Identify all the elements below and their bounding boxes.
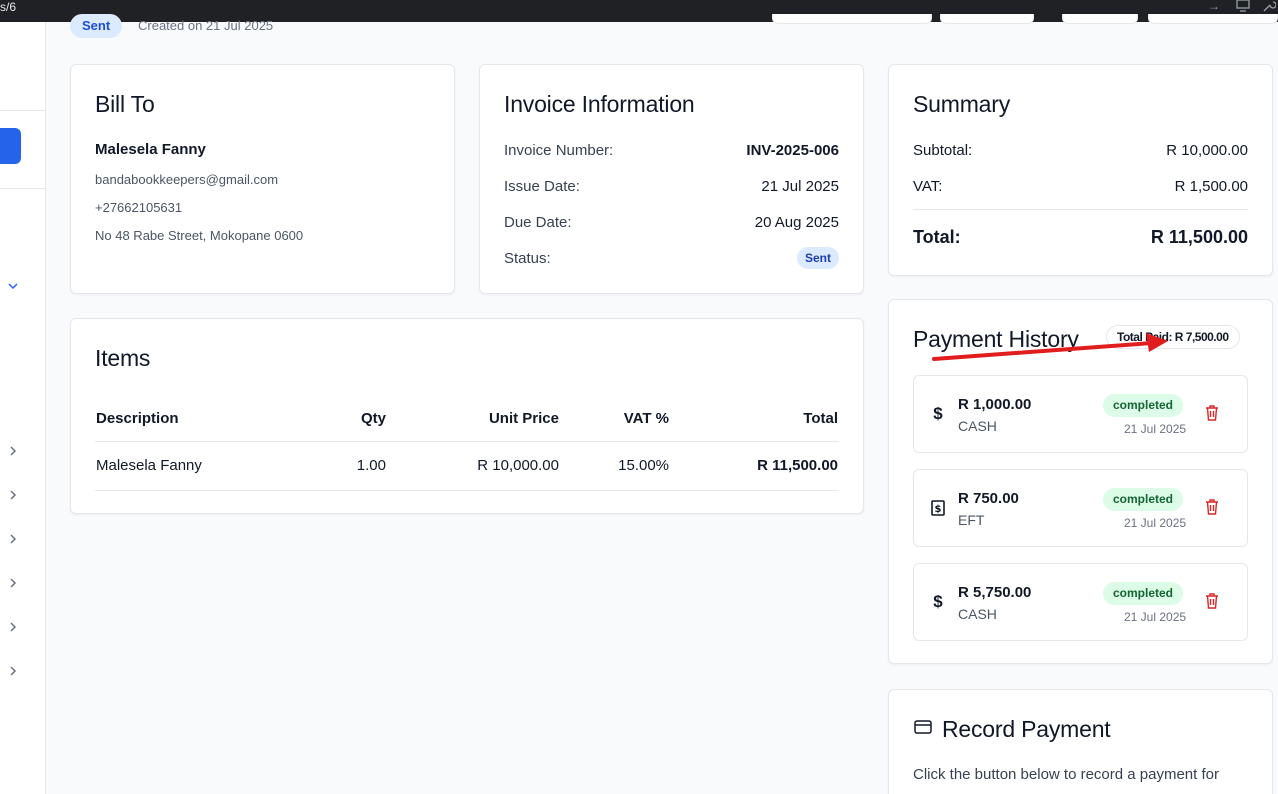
chevron-right-icon[interactable] xyxy=(6,444,20,458)
payment-amount: R 750.00 xyxy=(958,490,1019,507)
divider xyxy=(913,209,1248,210)
column-header-description: Description xyxy=(95,397,329,442)
customer-email: bandabookkeepers@gmail.com xyxy=(95,172,279,187)
desktop-icon[interactable] xyxy=(1236,0,1250,12)
chevron-right-icon[interactable] xyxy=(6,664,20,678)
item-unit-price: R 10,000.00 xyxy=(387,441,560,491)
payment-amount: R 1,000.00 xyxy=(958,396,1032,413)
card-title: Record Payment xyxy=(942,716,1111,742)
issue-date-value: 21 Jul 2025 xyxy=(761,178,839,195)
column-header-qty: Qty xyxy=(329,397,387,442)
chevron-down-icon[interactable] xyxy=(6,279,20,293)
column-header-total: Total xyxy=(670,397,839,442)
svg-text:$: $ xyxy=(935,504,942,515)
table-header-row: Description Qty Unit Price VAT % Total xyxy=(95,397,839,442)
subtotal-label: Subtotal: xyxy=(913,142,973,159)
vat-value: R 1,500.00 xyxy=(1174,178,1248,195)
item-qty: 1.00 xyxy=(329,441,387,491)
items-table: Description Qty Unit Price VAT % Total M… xyxy=(95,397,839,491)
payment-amount: R 5,750.00 xyxy=(958,584,1032,601)
invoice-information-card: Invoice Information Invoice Number: INV-… xyxy=(479,64,864,294)
item-vat: 15.00% xyxy=(560,441,670,491)
column-header-vat: VAT % xyxy=(560,397,670,442)
header-action-button[interactable] xyxy=(940,14,1034,24)
chevron-right-icon[interactable] xyxy=(6,488,20,502)
customer-phone: +27662105631 xyxy=(95,200,183,215)
card-title: Invoice Information xyxy=(504,91,695,117)
status-badge: Sent xyxy=(796,247,839,269)
customer-name: Malesela Fanny xyxy=(95,141,206,158)
dollar-icon: $ xyxy=(933,592,943,611)
item-description: Malesela Fanny xyxy=(95,441,329,491)
address-bar-url[interactable]: s/6 xyxy=(0,0,16,14)
card-title: Items xyxy=(95,345,151,371)
sidebar-divider xyxy=(0,188,45,189)
card-title: Summary xyxy=(913,91,1011,117)
due-date-value: 20 Aug 2025 xyxy=(754,214,839,231)
credit-card-icon xyxy=(914,720,932,734)
record-payment-card: Record Payment Click the button below to… xyxy=(888,689,1273,794)
card-title: Bill To xyxy=(95,91,155,117)
payment-method: CASH xyxy=(958,606,997,622)
summary-card: Summary Subtotal: R 10,000.00 VAT: R 1,5… xyxy=(888,64,1273,276)
header-action-button[interactable] xyxy=(1062,14,1138,24)
payment-status-badge: completed xyxy=(1103,488,1184,511)
payment-date: 21 Jul 2025 xyxy=(1124,422,1187,436)
payment-status-badge: completed xyxy=(1103,394,1184,417)
vat-label: VAT: xyxy=(913,178,943,195)
customer-address: No 48 Rabe Street, Mokopane 0600 xyxy=(95,228,304,243)
bill-to-card: Bill To Malesela Fanny bandabookkeepers@… xyxy=(70,64,455,294)
sidebar-item-active[interactable] xyxy=(0,128,21,164)
payment-status-badge: completed xyxy=(1103,582,1184,605)
payment-date: 21 Jul 2025 xyxy=(1124,610,1187,624)
item-total: R 11,500.00 xyxy=(670,441,839,491)
subtotal-value: R 10,000.00 xyxy=(1166,142,1248,159)
items-card: Items Description Qty Unit Price VAT % T… xyxy=(70,318,864,514)
chevron-right-icon[interactable] xyxy=(6,620,20,634)
trash-icon[interactable] xyxy=(1204,592,1220,610)
wrench-icon[interactable] xyxy=(1262,0,1276,12)
payment-date: 21 Jul 2025 xyxy=(1124,516,1187,530)
payment-method: EFT xyxy=(958,512,985,528)
table-row: Malesela Fanny 1.00 R 10,000.00 15.00% R… xyxy=(95,441,839,491)
payment-item: $ R 1,000.00 CASH completed 21 Jul 2025 xyxy=(913,375,1248,453)
chevron-right-icon[interactable] xyxy=(6,576,20,590)
sidebar xyxy=(0,22,46,794)
invoice-number-label: Invoice Number: xyxy=(504,142,614,159)
payment-item: $ R 750.00 EFT completed 21 Jul 2025 xyxy=(913,469,1248,547)
total-label: Total: xyxy=(913,227,961,247)
invoice-number-value: INV-2025-006 xyxy=(746,142,839,159)
due-date-label: Due Date: xyxy=(504,214,572,231)
dollar-icon: $ xyxy=(933,404,943,423)
header-action-button[interactable] xyxy=(772,14,932,24)
created-date: Created on 21 Jul 2025 xyxy=(138,18,274,33)
sidebar-divider xyxy=(0,110,45,111)
header-action-button[interactable] xyxy=(1148,14,1278,24)
forward-arrow-icon[interactable]: → xyxy=(1208,0,1220,12)
total-value: R 11,500.00 xyxy=(1150,227,1248,247)
trash-icon[interactable] xyxy=(1204,498,1220,516)
chevron-right-icon[interactable] xyxy=(6,532,20,546)
payment-method: CASH xyxy=(958,418,997,434)
banknote-icon: $ xyxy=(931,500,945,516)
annotation-arrow-icon xyxy=(932,333,1168,361)
issue-date-label: Issue Date: xyxy=(504,178,580,195)
column-header-unit-price: Unit Price xyxy=(387,397,560,442)
status-label: Status: xyxy=(504,250,551,267)
trash-icon[interactable] xyxy=(1204,404,1220,422)
record-payment-description: Click the button below to record a payme… xyxy=(913,766,1219,783)
status-badge: Sent xyxy=(70,14,123,38)
payment-item: $ R 5,750.00 CASH completed 21 Jul 2025 xyxy=(913,563,1248,641)
